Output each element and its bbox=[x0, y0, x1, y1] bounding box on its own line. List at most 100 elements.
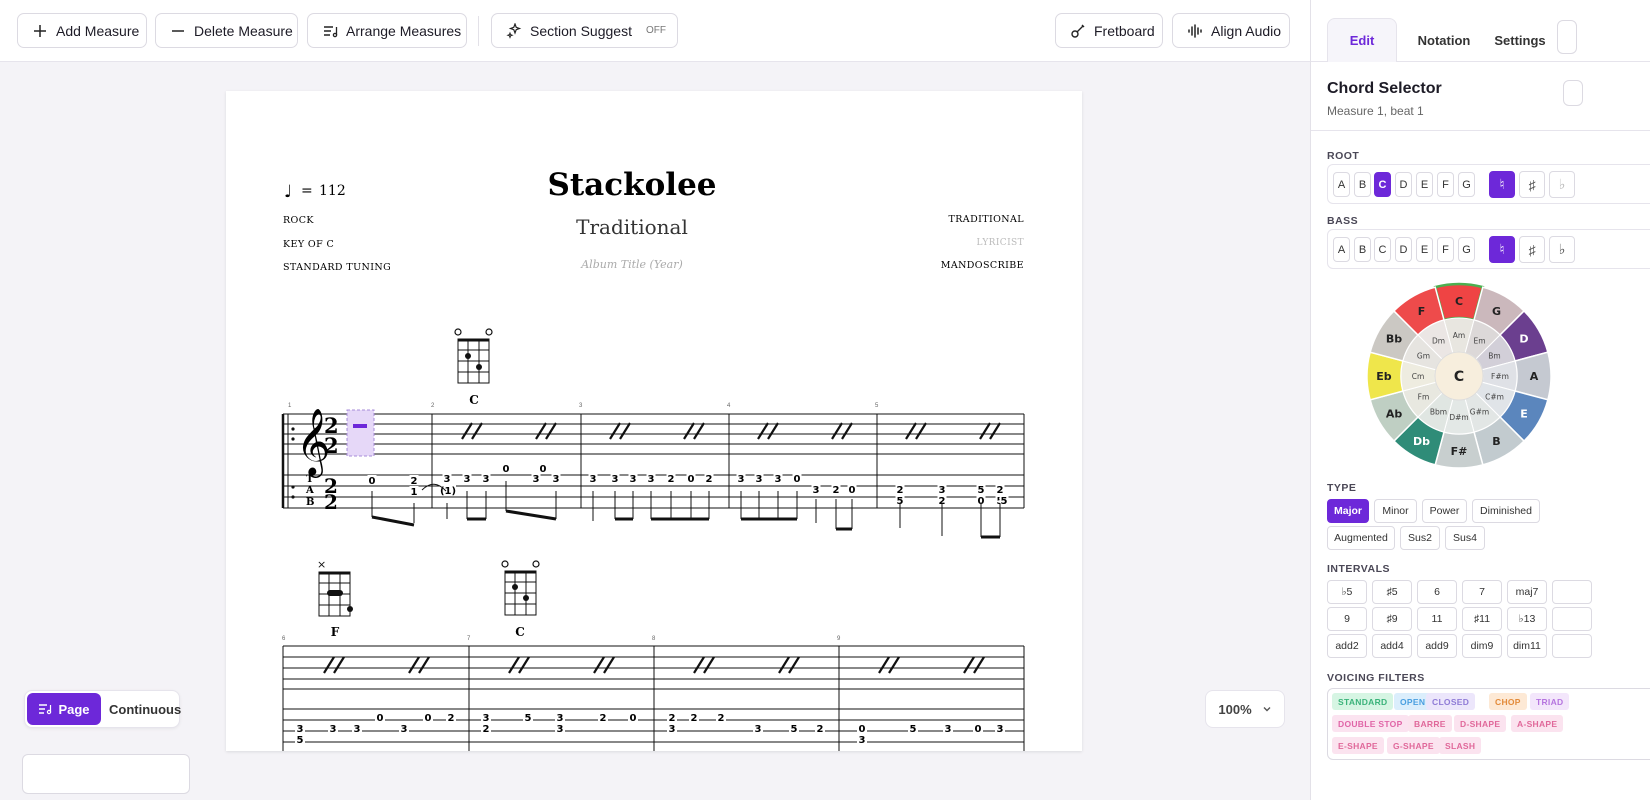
tab-notes-system-1[interactable]: 0213(1)33030333332023330320253250255 bbox=[367, 463, 1009, 507]
interval-button[interactable]: add9 bbox=[1417, 634, 1457, 658]
voicing-filter-g-shape[interactable]: G-SHAPE bbox=[1387, 737, 1440, 754]
tab-note[interactable]: 0 bbox=[377, 713, 384, 724]
zoom-select[interactable]: 100% bbox=[1205, 690, 1285, 728]
chord-diagram-c-2[interactable] bbox=[501, 560, 540, 616]
tab-note[interactable]: 3 bbox=[533, 474, 540, 485]
interval-button[interactable]: add4 bbox=[1372, 634, 1412, 658]
tab-note[interactable]: 0 bbox=[859, 724, 866, 735]
bass-flat-button[interactable]: ♭ bbox=[1549, 236, 1575, 263]
align-audio-button[interactable]: Align Audio bbox=[1172, 13, 1290, 48]
root-note-g[interactable]: G bbox=[1458, 172, 1475, 197]
tab-note[interactable]: 0 bbox=[794, 474, 801, 485]
tab-note[interactable]: 0 bbox=[540, 464, 547, 475]
tab-note[interactable]: 0 bbox=[503, 464, 510, 475]
interval-button[interactable]: ♭5 bbox=[1327, 580, 1367, 604]
bass-note-c[interactable]: C bbox=[1374, 237, 1391, 262]
tab-note[interactable]: 0 bbox=[688, 474, 695, 485]
delete-measure-button[interactable]: Delete Measure bbox=[155, 13, 298, 48]
tab-note[interactable]: 3 bbox=[330, 724, 337, 735]
key-label[interactable]: KEY OF C bbox=[283, 239, 334, 250]
tempo-value[interactable]: 112 bbox=[319, 183, 346, 199]
voicing-filter-closed[interactable]: CLOSED bbox=[1426, 693, 1476, 710]
interval-button[interactable]: 7 bbox=[1462, 580, 1502, 604]
tab-note[interactable]: 3 bbox=[945, 724, 952, 735]
tab-note[interactable]: 0 bbox=[630, 713, 637, 724]
type-sus4[interactable]: Sus4 bbox=[1445, 526, 1485, 550]
interval-button[interactable]: maj7 bbox=[1507, 580, 1547, 604]
tab-note[interactable]: 5 bbox=[910, 724, 917, 735]
circle-of-fifths[interactable]: C G D A E B F# Db Ab Eb Bb F Am EmBm F#m C#m G#mD#mBbmFm… bbox=[1364, 281, 1554, 471]
tab-note[interactable]: 3 bbox=[859, 735, 866, 746]
root-note-b[interactable]: B bbox=[1354, 172, 1371, 197]
tab-note[interactable]: 5 bbox=[297, 735, 304, 746]
chord-diagram-c-1[interactable] bbox=[454, 328, 493, 384]
tab-note[interactable]: 2 bbox=[833, 485, 840, 496]
chord-diagram-f[interactable]: × bbox=[317, 558, 353, 617]
tab-note[interactable]: 2 bbox=[897, 485, 904, 496]
tab-note[interactable]: 0 bbox=[425, 713, 432, 724]
bass-note-b[interactable]: B bbox=[1354, 237, 1371, 262]
bass-note-f[interactable]: F bbox=[1437, 237, 1454, 262]
tab-note[interactable]: 3 bbox=[630, 474, 637, 485]
tab-note[interactable]: 0 bbox=[975, 724, 982, 735]
add-measure-button[interactable]: Add Measure bbox=[17, 13, 147, 48]
interval-button[interactable]: ♯9 bbox=[1372, 607, 1412, 631]
bass-sharp-button[interactable]: ♯ bbox=[1519, 236, 1545, 263]
tab-note[interactable]: 3 bbox=[444, 474, 451, 485]
tab-edit[interactable]: Edit bbox=[1327, 18, 1397, 62]
voicing-filter-standard[interactable]: STANDARD bbox=[1332, 693, 1394, 710]
voicing-filter-e-shape[interactable]: E-SHAPE bbox=[1332, 737, 1384, 754]
interval-button-overflow[interactable] bbox=[1552, 580, 1592, 604]
tab-note[interactable]: 0 bbox=[369, 476, 376, 487]
chord-name-f[interactable]: F bbox=[331, 625, 340, 639]
tab-note[interactable]: 3 bbox=[553, 474, 560, 485]
interval-button-overflow[interactable] bbox=[1552, 634, 1592, 658]
voicing-filter-d-shape[interactable]: D-SHAPE bbox=[1454, 715, 1507, 732]
tab-note[interactable]: 2 bbox=[817, 724, 824, 735]
bass-natural-button[interactable]: ♮ bbox=[1489, 236, 1515, 263]
tab-note[interactable]: 2 bbox=[706, 474, 713, 485]
root-note-a[interactable]: A bbox=[1333, 172, 1350, 197]
score-subtitle[interactable]: Traditional bbox=[576, 215, 688, 239]
tab-note[interactable]: 5 bbox=[791, 724, 798, 735]
tab-note[interactable]: 3 bbox=[775, 474, 782, 485]
bass-note-g[interactable]: G bbox=[1458, 237, 1475, 262]
voicing-filter-slash[interactable]: SLASH bbox=[1439, 737, 1482, 754]
tab-notation[interactable]: Notation bbox=[1406, 18, 1482, 62]
root-note-d[interactable]: D bbox=[1395, 172, 1412, 197]
tab-note[interactable]: 2 bbox=[448, 713, 455, 724]
tab-note[interactable]: 3 bbox=[297, 724, 304, 735]
tab-note[interactable]: 3 bbox=[756, 474, 763, 485]
score-title[interactable]: Stackolee bbox=[547, 167, 716, 203]
root-flat-button[interactable]: ♭ bbox=[1549, 171, 1575, 198]
chord-selector-action[interactable] bbox=[1563, 80, 1583, 106]
interval-button[interactable]: 9 bbox=[1327, 607, 1367, 631]
interval-button[interactable]: ♭13 bbox=[1507, 607, 1547, 631]
root-note-e[interactable]: E bbox=[1416, 172, 1433, 197]
voicing-filter-triad[interactable]: TRIAD bbox=[1530, 693, 1570, 710]
type-major[interactable]: Major bbox=[1327, 499, 1369, 523]
tab-note[interactable]: 3 bbox=[939, 485, 946, 496]
arranger-label[interactable]: MANDOSCRIBE bbox=[941, 260, 1024, 271]
root-note-c[interactable]: C bbox=[1374, 172, 1391, 197]
tab-note[interactable]: 2 bbox=[668, 474, 675, 485]
voicing-filter-barre[interactable]: BARRE bbox=[1408, 715, 1452, 732]
interval-button[interactable]: 11 bbox=[1417, 607, 1457, 631]
tab-notes-system-2[interactable]: 353 3030 2 325 332 0 232 23 5 2 035 3 0 3 bbox=[295, 712, 1005, 746]
chord-name-c-2[interactable]: C bbox=[515, 625, 525, 639]
tab-note[interactable]: 3 bbox=[590, 474, 597, 485]
type-power[interactable]: Power bbox=[1422, 499, 1467, 523]
tab-note[interactable]: 2 bbox=[691, 713, 698, 724]
interval-button-overflow[interactable] bbox=[1552, 607, 1592, 631]
tab-note[interactable]: 2 bbox=[997, 485, 1004, 496]
tab-note[interactable]: 3 bbox=[612, 474, 619, 485]
tab-note[interactable]: 2 bbox=[669, 713, 676, 724]
lyricist-label[interactable]: LYRICIST bbox=[977, 238, 1024, 248]
selected-beat-cursor[interactable] bbox=[346, 409, 375, 457]
tab-note[interactable]: 3 bbox=[483, 474, 490, 485]
voicing-filter-double-stop[interactable]: DOUBLE STOP bbox=[1332, 715, 1409, 732]
composer-label[interactable]: TRADITIONAL bbox=[949, 214, 1025, 225]
type-augmented[interactable]: Augmented bbox=[1327, 526, 1395, 550]
tab-note[interactable]: 1 bbox=[411, 487, 418, 498]
bass-note-d[interactable]: D bbox=[1395, 237, 1412, 262]
